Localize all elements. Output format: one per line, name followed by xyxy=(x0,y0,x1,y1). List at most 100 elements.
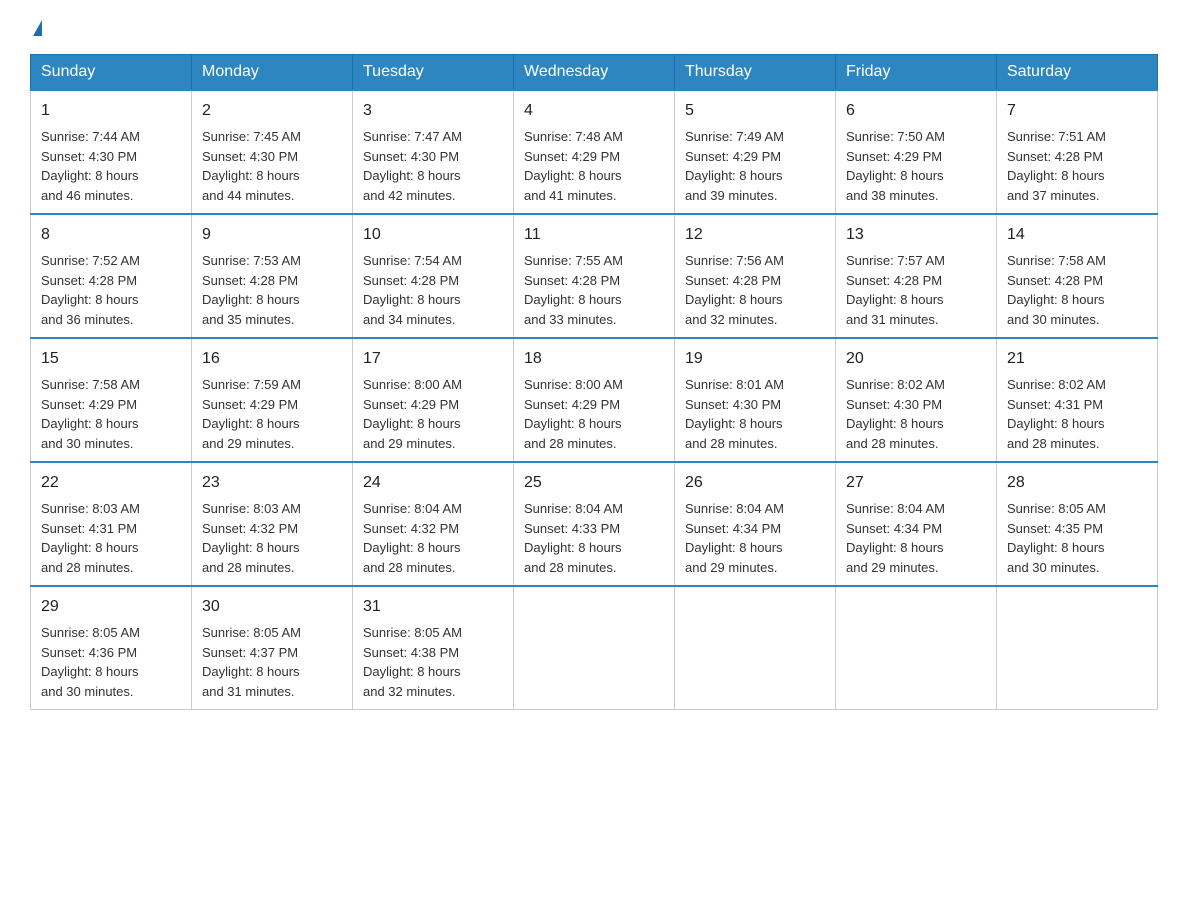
day-header-friday: Friday xyxy=(836,55,997,91)
day-cell-10: 10 Sunrise: 7:54 AM Sunset: 4:28 PM Dayli… xyxy=(353,214,514,338)
day-cell-2: 2 Sunrise: 7:45 AM Sunset: 4:30 PM Daylig… xyxy=(192,90,353,214)
page-header xyxy=(30,20,1158,34)
day-number: 8 xyxy=(41,223,181,247)
day-number: 1 xyxy=(41,99,181,123)
day-number: 12 xyxy=(685,223,825,247)
day-cell-8: 8 Sunrise: 7:52 AM Sunset: 4:28 PM Daylig… xyxy=(31,214,192,338)
week-row-2: 8 Sunrise: 7:52 AM Sunset: 4:28 PM Daylig… xyxy=(31,214,1158,338)
day-info: Sunrise: 7:57 AM Sunset: 4:28 PM Dayligh… xyxy=(846,251,986,329)
day-number: 15 xyxy=(41,347,181,371)
day-info: Sunrise: 7:55 AM Sunset: 4:28 PM Dayligh… xyxy=(524,251,664,329)
day-header-sunday: Sunday xyxy=(31,55,192,91)
empty-cell xyxy=(675,586,836,710)
day-cell-22: 22 Sunrise: 8:03 AM Sunset: 4:31 PM Dayli… xyxy=(31,462,192,586)
day-number: 14 xyxy=(1007,223,1147,247)
day-info: Sunrise: 7:58 AM Sunset: 4:28 PM Dayligh… xyxy=(1007,251,1147,329)
empty-cell xyxy=(514,586,675,710)
day-info: Sunrise: 7:51 AM Sunset: 4:28 PM Dayligh… xyxy=(1007,127,1147,205)
empty-cell xyxy=(836,586,997,710)
day-number: 31 xyxy=(363,595,503,619)
day-number: 28 xyxy=(1007,471,1147,495)
day-info: Sunrise: 8:05 AM Sunset: 4:38 PM Dayligh… xyxy=(363,623,503,701)
day-info: Sunrise: 8:03 AM Sunset: 4:31 PM Dayligh… xyxy=(41,499,181,577)
day-cell-26: 26 Sunrise: 8:04 AM Sunset: 4:34 PM Dayli… xyxy=(675,462,836,586)
day-number: 25 xyxy=(524,471,664,495)
day-number: 17 xyxy=(363,347,503,371)
day-info: Sunrise: 8:04 AM Sunset: 4:32 PM Dayligh… xyxy=(363,499,503,577)
day-info: Sunrise: 8:04 AM Sunset: 4:34 PM Dayligh… xyxy=(846,499,986,577)
day-info: Sunrise: 7:56 AM Sunset: 4:28 PM Dayligh… xyxy=(685,251,825,329)
day-header-wednesday: Wednesday xyxy=(514,55,675,91)
day-number: 23 xyxy=(202,471,342,495)
day-cell-24: 24 Sunrise: 8:04 AM Sunset: 4:32 PM Dayli… xyxy=(353,462,514,586)
week-row-4: 22 Sunrise: 8:03 AM Sunset: 4:31 PM Dayli… xyxy=(31,462,1158,586)
day-number: 10 xyxy=(363,223,503,247)
day-cell-27: 27Sunrise: 8:04 AM Sunset: 4:34 PM Dayli… xyxy=(836,462,997,586)
day-cell-3: 3 Sunrise: 7:47 AM Sunset: 4:30 PM Daylig… xyxy=(353,90,514,214)
day-info: Sunrise: 7:44 AM Sunset: 4:30 PM Dayligh… xyxy=(41,127,181,205)
day-number: 2 xyxy=(202,99,342,123)
day-number: 26 xyxy=(685,471,825,495)
day-cell-20: 20 Sunrise: 8:02 AM Sunset: 4:30 PM Dayli… xyxy=(836,338,997,462)
day-header-saturday: Saturday xyxy=(997,55,1158,91)
day-info: Sunrise: 8:02 AM Sunset: 4:30 PM Dayligh… xyxy=(846,375,986,453)
day-info: Sunrise: 7:53 AM Sunset: 4:28 PM Dayligh… xyxy=(202,251,342,329)
day-cell-29: 29 Sunrise: 8:05 AM Sunset: 4:36 PM Dayli… xyxy=(31,586,192,710)
empty-cell xyxy=(997,586,1158,710)
day-number: 29 xyxy=(41,595,181,619)
day-cell-25: 25Sunrise: 8:04 AM Sunset: 4:33 PM Dayli… xyxy=(514,462,675,586)
day-number: 22 xyxy=(41,471,181,495)
day-cell-13: 13Sunrise: 7:57 AM Sunset: 4:28 PM Dayli… xyxy=(836,214,997,338)
day-info: Sunrise: 7:47 AM Sunset: 4:30 PM Dayligh… xyxy=(363,127,503,205)
day-info: Sunrise: 8:05 AM Sunset: 4:36 PM Dayligh… xyxy=(41,623,181,701)
day-number: 7 xyxy=(1007,99,1147,123)
day-info: Sunrise: 8:05 AM Sunset: 4:35 PM Dayligh… xyxy=(1007,499,1147,577)
logo-triangle-icon xyxy=(33,20,42,36)
day-cell-5: 5 Sunrise: 7:49 AM Sunset: 4:29 PM Daylig… xyxy=(675,90,836,214)
day-info: Sunrise: 7:58 AM Sunset: 4:29 PM Dayligh… xyxy=(41,375,181,453)
day-cell-14: 14 Sunrise: 7:58 AM Sunset: 4:28 PM Dayli… xyxy=(997,214,1158,338)
day-number: 24 xyxy=(363,471,503,495)
week-row-1: 1 Sunrise: 7:44 AM Sunset: 4:30 PM Daylig… xyxy=(31,90,1158,214)
day-cell-21: 21 Sunrise: 8:02 AM Sunset: 4:31 PM Dayli… xyxy=(997,338,1158,462)
day-header-monday: Monday xyxy=(192,55,353,91)
week-row-5: 29 Sunrise: 8:05 AM Sunset: 4:36 PM Dayli… xyxy=(31,586,1158,710)
day-cell-18: 18Sunrise: 8:00 AM Sunset: 4:29 PM Dayli… xyxy=(514,338,675,462)
day-info: Sunrise: 7:59 AM Sunset: 4:29 PM Dayligh… xyxy=(202,375,342,453)
day-cell-4: 4Sunrise: 7:48 AM Sunset: 4:29 PM Daylig… xyxy=(514,90,675,214)
day-cell-17: 17Sunrise: 8:00 AM Sunset: 4:29 PM Dayli… xyxy=(353,338,514,462)
day-info: Sunrise: 8:02 AM Sunset: 4:31 PM Dayligh… xyxy=(1007,375,1147,453)
day-cell-15: 15 Sunrise: 7:58 AM Sunset: 4:29 PM Dayli… xyxy=(31,338,192,462)
day-cell-16: 16Sunrise: 7:59 AM Sunset: 4:29 PM Dayli… xyxy=(192,338,353,462)
day-cell-12: 12 Sunrise: 7:56 AM Sunset: 4:28 PM Dayli… xyxy=(675,214,836,338)
day-info: Sunrise: 7:49 AM Sunset: 4:29 PM Dayligh… xyxy=(685,127,825,205)
day-number: 5 xyxy=(685,99,825,123)
day-number: 4 xyxy=(524,99,664,123)
day-cell-31: 31 Sunrise: 8:05 AM Sunset: 4:38 PM Dayli… xyxy=(353,586,514,710)
day-number: 19 xyxy=(685,347,825,371)
day-info: Sunrise: 7:54 AM Sunset: 4:28 PM Dayligh… xyxy=(363,251,503,329)
day-number: 30 xyxy=(202,595,342,619)
day-cell-28: 28 Sunrise: 8:05 AM Sunset: 4:35 PM Dayli… xyxy=(997,462,1158,586)
logo xyxy=(30,20,42,34)
day-info: Sunrise: 8:01 AM Sunset: 4:30 PM Dayligh… xyxy=(685,375,825,453)
calendar-table: SundayMondayTuesdayWednesdayThursdayFrid… xyxy=(30,54,1158,710)
week-row-3: 15 Sunrise: 7:58 AM Sunset: 4:29 PM Dayli… xyxy=(31,338,1158,462)
days-header-row: SundayMondayTuesdayWednesdayThursdayFrid… xyxy=(31,55,1158,91)
day-info: Sunrise: 8:05 AM Sunset: 4:37 PM Dayligh… xyxy=(202,623,342,701)
day-cell-1: 1 Sunrise: 7:44 AM Sunset: 4:30 PM Daylig… xyxy=(31,90,192,214)
day-number: 3 xyxy=(363,99,503,123)
day-number: 20 xyxy=(846,347,986,371)
day-number: 9 xyxy=(202,223,342,247)
day-cell-9: 9 Sunrise: 7:53 AM Sunset: 4:28 PM Daylig… xyxy=(192,214,353,338)
day-header-tuesday: Tuesday xyxy=(353,55,514,91)
day-cell-19: 19 Sunrise: 8:01 AM Sunset: 4:30 PM Dayli… xyxy=(675,338,836,462)
day-cell-7: 7 Sunrise: 7:51 AM Sunset: 4:28 PM Daylig… xyxy=(997,90,1158,214)
day-number: 11 xyxy=(524,223,664,247)
day-number: 18 xyxy=(524,347,664,371)
day-info: Sunrise: 7:45 AM Sunset: 4:30 PM Dayligh… xyxy=(202,127,342,205)
day-info: Sunrise: 7:52 AM Sunset: 4:28 PM Dayligh… xyxy=(41,251,181,329)
day-header-thursday: Thursday xyxy=(675,55,836,91)
day-info: Sunrise: 8:04 AM Sunset: 4:34 PM Dayligh… xyxy=(685,499,825,577)
day-number: 21 xyxy=(1007,347,1147,371)
